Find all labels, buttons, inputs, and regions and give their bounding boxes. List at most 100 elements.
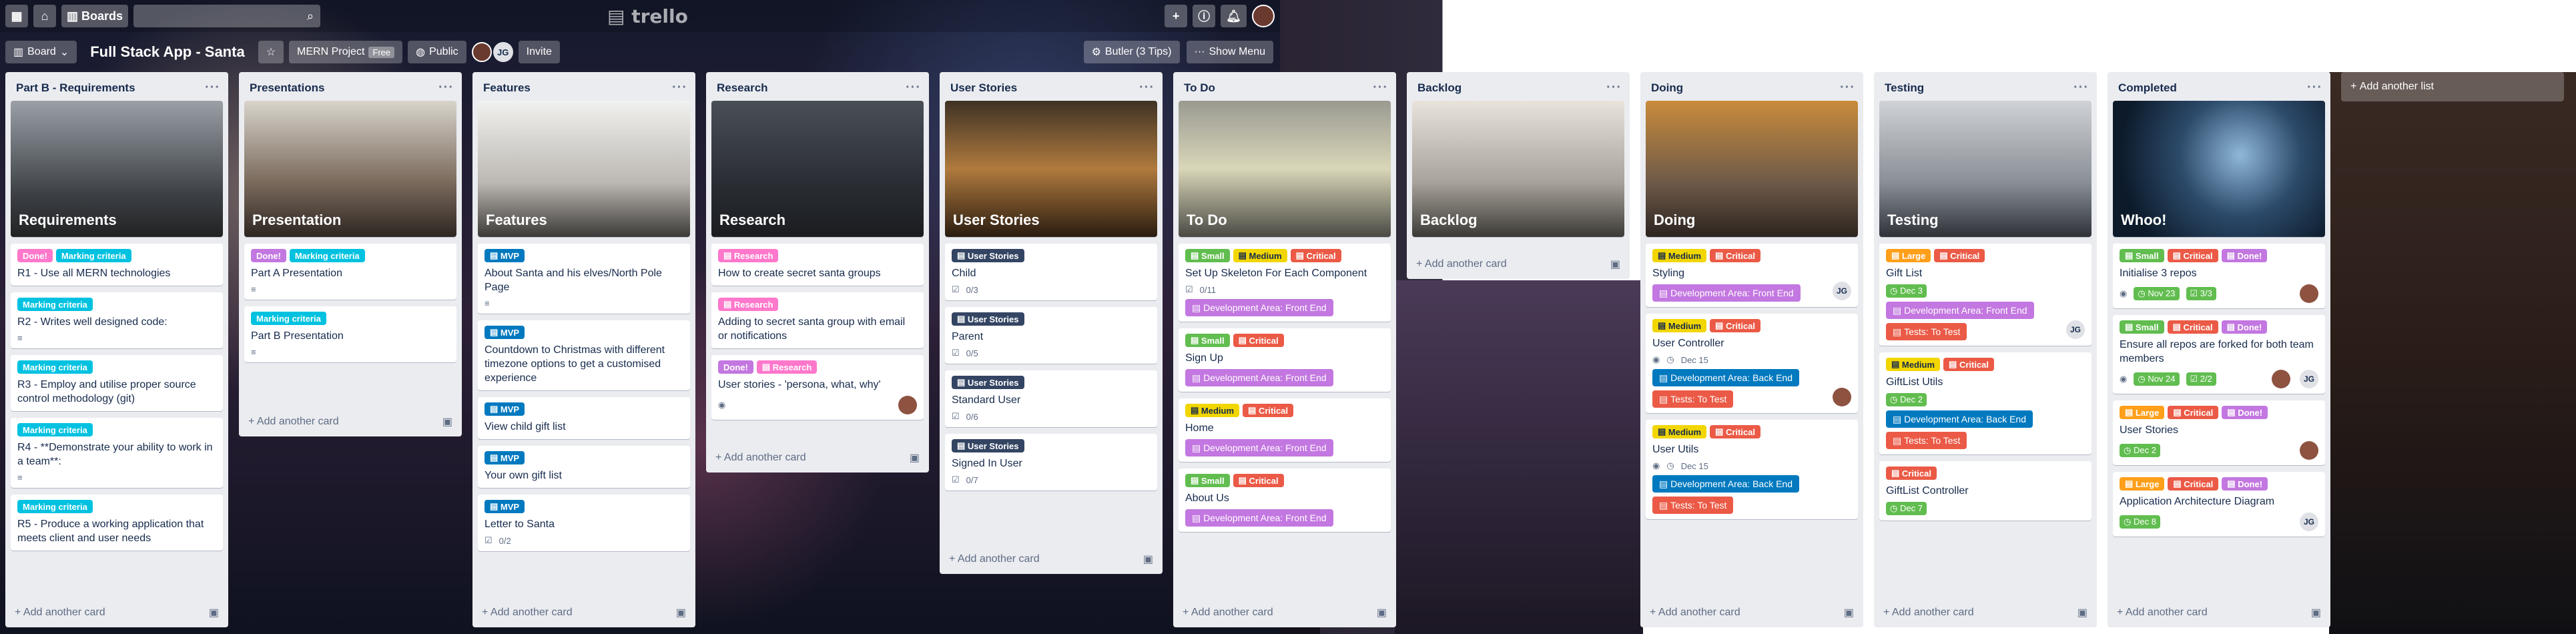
apps-grid-icon[interactable]: ▦ [5, 5, 28, 27]
card-cover[interactable]: Doing [1646, 101, 1858, 237]
card[interactable]: ▤ Small ▤ Critical ▤ Done! Initialise 3 re… [2113, 244, 2325, 308]
label[interactable]: Done! [17, 249, 53, 262]
card[interactable]: ▤ MVP Your own gift list [478, 446, 690, 488]
card[interactable]: ▤ Medium ▤ Critical Home ▤ Development Ar… [1179, 398, 1391, 462]
due-date-badge[interactable]: ◷ Nov 24 [2134, 372, 2180, 386]
label[interactable]: Done! [718, 360, 753, 374]
list-title[interactable]: Features [483, 81, 531, 95]
show-menu-button[interactable]: ··· Show Menu [1186, 41, 1273, 63]
board-title[interactable]: Full Stack App - Santa [82, 43, 252, 61]
card[interactable]: ▤ MVP View child gift list [478, 397, 690, 439]
label[interactable]: ▤ Critical [1710, 425, 1761, 438]
add-card-button[interactable]: + Add another card [15, 607, 105, 619]
card[interactable]: ▤ User Stories Parent ☑ 0/5 [945, 307, 1157, 364]
label[interactable]: ▤ Small [2120, 249, 2164, 262]
label[interactable]: ▤ Critical [2167, 320, 2218, 334]
label[interactable]: ▤ Critical [1290, 249, 1341, 262]
card[interactable]: Marking criteria Part B Presentation ≡ [244, 306, 456, 362]
card[interactable]: ▤ User Stories Standard User ☑ 0/6 [945, 370, 1157, 427]
notification-bell-icon[interactable]: 🔔︎ [1221, 5, 1247, 27]
card-cover[interactable]: Testing [1879, 101, 2091, 237]
visibility-button[interactable]: ◍ Public [408, 41, 466, 63]
label[interactable]: ▤ Small [1185, 249, 1230, 262]
card[interactable]: Marking criteria R4 - **Demonstrate your… [11, 418, 223, 488]
card[interactable]: ▤ MVP Countdown to Christmas with differ… [478, 320, 690, 390]
label[interactable]: ▤ Critical [2168, 406, 2219, 419]
label[interactable]: ▤ MVP [485, 326, 525, 339]
template-icon[interactable]: ▣ [2077, 606, 2087, 619]
label[interactable]: ▤ Critical [1710, 319, 1761, 332]
label[interactable]: ▤ Critical [2168, 477, 2219, 491]
list-menu-icon[interactable]: ··· [205, 80, 220, 95]
list-title[interactable]: Doing [1651, 81, 1683, 95]
card[interactable]: ▤ Large ▤ Critical ▤ Done! Application Arc… [2113, 472, 2325, 537]
template-icon[interactable]: ▣ [209, 606, 219, 619]
card[interactable]: ▤ Large ▤ Critical ▤ Done! User Stories ◷ … [2113, 400, 2325, 465]
label[interactable]: ▤ Small [2120, 320, 2164, 334]
label[interactable]: Done! [251, 249, 286, 262]
label[interactable]: ▤ Small [1185, 334, 1230, 347]
card[interactable]: ▤ Medium ▤ Critical GiftList Utils ◷ Dec … [1879, 352, 2091, 454]
user-avatar[interactable] [1252, 5, 1275, 27]
info-icon[interactable]: ⓘ [1193, 5, 1216, 27]
label[interactable]: ▤ User Stories [952, 439, 1024, 452]
card[interactable]: ▤ Small ▤ Critical Sign Up ▤ Development … [1179, 328, 1391, 392]
template-icon[interactable]: ▣ [442, 415, 452, 428]
label[interactable]: Marking criteria [55, 249, 131, 262]
due-date-badge[interactable]: ◷ Dec 2 [1886, 393, 1927, 406]
label[interactable]: ▤ Large [1886, 249, 1931, 262]
label[interactable]: ▤ Critical [2167, 249, 2218, 262]
label[interactable]: ▤ Medium [1233, 249, 1287, 262]
label[interactable]: Marking criteria [289, 249, 365, 262]
add-card-button[interactable]: + Add another card [1883, 607, 1974, 619]
card-cover[interactable]: Backlog [1412, 101, 1624, 237]
label[interactable]: Marking criteria [17, 360, 93, 374]
list-title[interactable]: Backlog [1417, 81, 1462, 95]
card[interactable]: ▤ Small ▤ Critical ▤ Done! Ensure all repo… [2113, 315, 2325, 394]
card[interactable]: ▤ Large ▤ Critical Gift List ◷ Dec 3 ▤ De… [1879, 244, 2091, 346]
card[interactable]: ▤ Small ▤ Medium ▤ Critical Set Up Skeleto… [1179, 244, 1391, 322]
list-title[interactable]: User Stories [950, 81, 1017, 95]
member-avatar-initials[interactable]: JG [1833, 282, 1851, 300]
label[interactable]: ▤ Critical [1943, 358, 1995, 371]
card[interactable]: ▤ Medium ▤ Critical User Utils ◉ ◷ Dec 15 ▤… [1646, 420, 1858, 519]
label[interactable]: ▤ Small [1185, 474, 1230, 487]
label[interactable]: Marking criteria [251, 312, 326, 325]
label[interactable]: ▤ Medium [1185, 404, 1240, 417]
label[interactable]: Marking criteria [17, 500, 93, 513]
label[interactable]: ▤ Critical [1710, 249, 1761, 262]
label[interactable]: ▤ Medium [1886, 358, 1941, 371]
card[interactable]: ▤ User Stories Signed In User ☑ 0/7 [945, 434, 1157, 491]
member-avatar[interactable] [1833, 388, 1851, 406]
card[interactable]: Done! ▤ Research User stories - 'persona,… [711, 355, 924, 420]
template-icon[interactable]: ▣ [1377, 606, 1387, 619]
card-cover[interactable]: Features [478, 101, 690, 237]
due-date-badge[interactable]: ◷ Dec 7 [1886, 502, 1927, 515]
list-menu-icon[interactable]: ··· [1139, 80, 1155, 95]
member-avatar-initials[interactable]: JG [493, 42, 513, 62]
template-icon[interactable]: ▣ [676, 606, 686, 619]
list-title[interactable]: Presentations [250, 81, 324, 95]
label[interactable]: ▤ Critical [1886, 466, 1937, 480]
member-avatar[interactable] [2272, 370, 2290, 388]
due-date-badge[interactable]: ◷ Dec 3 [1886, 284, 1927, 298]
label[interactable]: ▤ Medium [1652, 319, 1707, 332]
label[interactable]: ▤ MVP [485, 500, 525, 513]
card[interactable]: Done! Marking criteria R1 - Use all MERN … [11, 244, 223, 286]
label[interactable]: ▤ Medium [1652, 249, 1707, 262]
home-icon[interactable]: ⌂ [33, 5, 56, 27]
member-avatar-initials[interactable]: JG [2066, 320, 2085, 339]
label[interactable]: ▤ Critical [1934, 249, 1985, 262]
search-input[interactable]: ⌕ [133, 5, 321, 27]
card[interactable]: ▤ Medium ▤ Critical User Controller ◉ ◷ Dec… [1646, 314, 1858, 413]
label[interactable]: ▤ Critical [1243, 404, 1294, 417]
label[interactable]: ▤ MVP [485, 249, 525, 262]
label[interactable]: ▤ Done! [2222, 406, 2268, 419]
card-cover[interactable]: Presentation [244, 101, 456, 237]
create-plus-icon[interactable]: + [1165, 5, 1188, 27]
card-cover[interactable]: Whoo! [2113, 101, 2325, 237]
template-icon[interactable]: ▣ [910, 451, 920, 464]
label[interactable]: ▤ MVP [485, 402, 525, 416]
label[interactable]: ▤ Done! [2221, 320, 2268, 334]
label[interactable]: ▤ Large [2120, 406, 2165, 419]
